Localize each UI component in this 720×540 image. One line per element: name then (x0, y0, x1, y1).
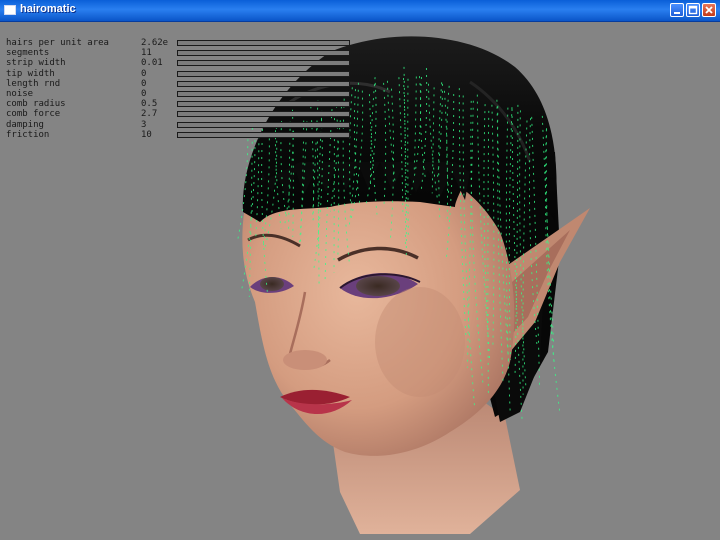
parameter-row: strip width 0.01 (6, 58, 366, 68)
parameter-row: tip width 0 (6, 69, 366, 79)
parameter-slider[interactable] (177, 70, 350, 77)
parameter-slider[interactable] (177, 90, 350, 97)
parameter-label: hairs per unit area (6, 38, 109, 48)
parameter-row: comb radius 0.5 (6, 99, 366, 109)
maximize-icon (688, 5, 698, 15)
parameter-label: segments (6, 48, 50, 59)
parameter-row: damping 3 (6, 120, 366, 130)
parameter-value: 11 (141, 48, 152, 59)
viewport[interactable]: hairs per unit area 2.62e segments 11 strip … (0, 22, 720, 540)
parameter-row: hairs per unit area 2.62e (6, 38, 366, 48)
parameter-label: tip width (6, 68, 55, 79)
parameter-slider[interactable] (177, 40, 350, 46)
parameter-label: strip width (6, 58, 66, 69)
app-icon (4, 5, 16, 15)
parameter-value: 2.62e (141, 38, 169, 48)
parameter-label: damping (6, 119, 44, 130)
title-bar[interactable]: hairomatic (0, 0, 720, 22)
parameter-row: comb force 2.7 (6, 109, 366, 119)
parameter-slider[interactable] (177, 131, 350, 138)
parameter-slider[interactable] (177, 50, 350, 57)
parameter-slider[interactable] (177, 121, 350, 128)
parameter-row: length rnd 0 (6, 79, 366, 89)
maximize-button[interactable] (686, 3, 700, 17)
parameter-slider[interactable] (177, 60, 350, 67)
minimize-button[interactable] (670, 3, 684, 17)
parameter-row: segments 11 (6, 48, 366, 58)
parameter-row: friction 10 (6, 130, 366, 140)
parameter-row: noise 0 (6, 89, 366, 99)
parameter-label: comb force (6, 109, 61, 120)
parameter-value: 0 (141, 78, 147, 89)
parameter-value: 0 (141, 68, 147, 79)
app-window: hairomatic hairs per unit area 2.62e seg… (0, 0, 720, 540)
parameter-slider[interactable] (177, 101, 350, 108)
minimize-icon (674, 12, 680, 14)
parameter-value: 10 (141, 129, 152, 140)
parameter-value: 0.5 (141, 99, 158, 110)
parameter-value: 2.7 (141, 109, 158, 120)
parameter-value: 3 (141, 119, 147, 130)
parameter-label: comb radius (6, 99, 66, 110)
parameter-label: noise (6, 88, 34, 99)
parameter-value: 0 (141, 88, 147, 99)
close-icon (705, 6, 713, 14)
parameter-value: 0.01 (141, 58, 163, 69)
parameter-panel: hairs per unit area 2.62e segments 11 strip … (6, 38, 366, 140)
parameter-slider[interactable] (177, 80, 350, 87)
parameter-label: friction (6, 129, 50, 140)
parameter-label: length rnd (6, 78, 61, 89)
window-title: hairomatic (20, 3, 76, 15)
close-button[interactable] (702, 3, 716, 17)
parameter-slider[interactable] (177, 111, 350, 118)
